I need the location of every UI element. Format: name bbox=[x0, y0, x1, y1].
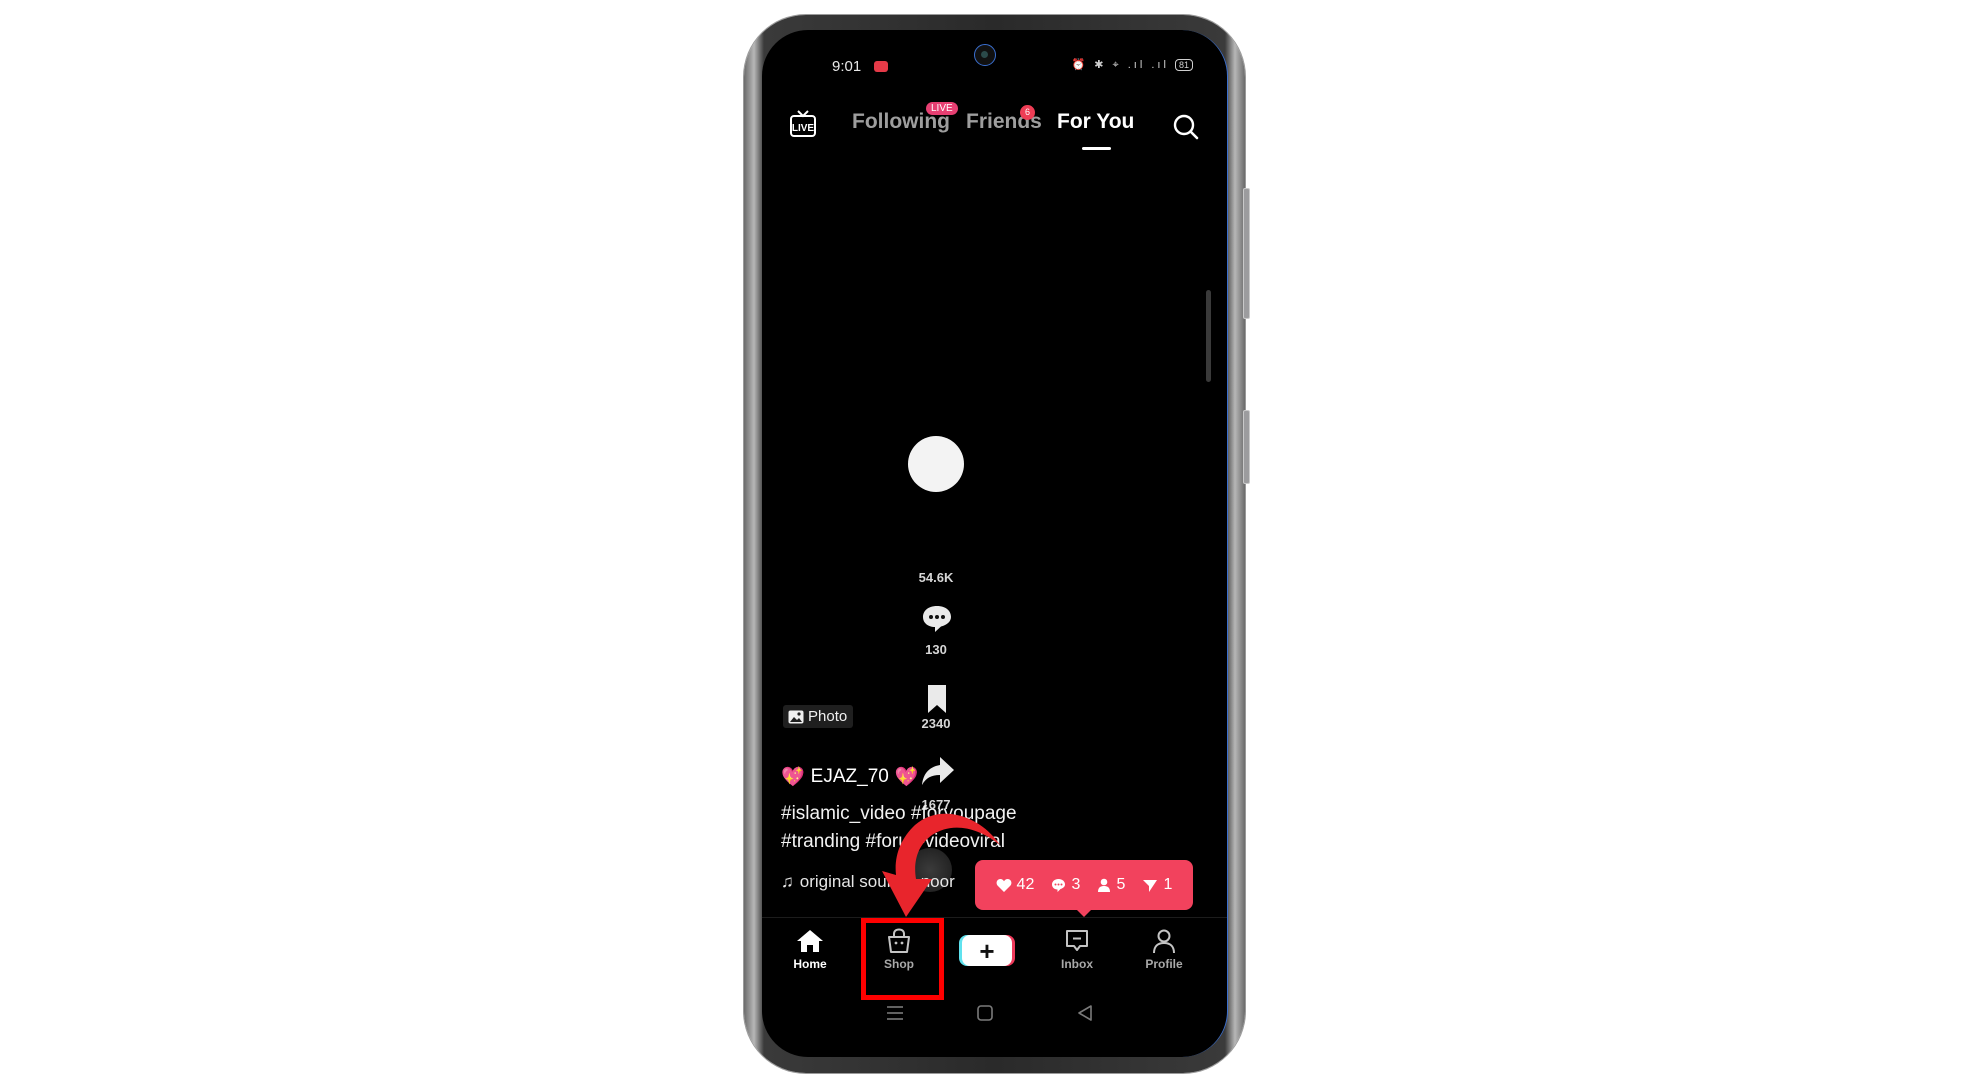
image-icon bbox=[788, 710, 804, 723]
bottom-nav: Home Shop + Inbox Profile bbox=[762, 917, 1227, 996]
screen-record-icon bbox=[874, 61, 888, 72]
status-icons: ⏰ ✱ ⌖ .ıl .ıl 81 bbox=[1071, 58, 1193, 72]
bookmark-count: 2340 bbox=[921, 716, 951, 731]
send-icon bbox=[1143, 879, 1158, 892]
bookmark-button[interactable] bbox=[920, 682, 954, 716]
search-button[interactable] bbox=[1172, 113, 1200, 146]
search-icon bbox=[1173, 114, 1199, 140]
popup-followers: 5 bbox=[1097, 876, 1125, 894]
creator-username[interactable]: 💖 EJAZ_70 💖 bbox=[781, 765, 919, 789]
create-button[interactable]: + bbox=[962, 935, 1012, 966]
svg-text:LIVE: LIVE bbox=[792, 123, 815, 134]
music-note-icon: ♫ bbox=[781, 872, 794, 891]
heart-emoji: 💖 bbox=[894, 767, 919, 788]
person-icon bbox=[1098, 878, 1111, 892]
tab-for-you[interactable]: For You bbox=[1057, 110, 1134, 134]
scrollbar[interactable] bbox=[1206, 290, 1211, 382]
share-icon bbox=[922, 757, 954, 785]
popup-mentions: 1 bbox=[1142, 876, 1172, 894]
like-count: 54.6K bbox=[918, 570, 954, 585]
menu-icon bbox=[887, 1006, 903, 1020]
comment-icon bbox=[923, 606, 951, 632]
profile-icon bbox=[1153, 929, 1175, 954]
friends-count-badge: 6 bbox=[1020, 105, 1035, 120]
live-badge: LIVE bbox=[926, 102, 958, 115]
square-icon bbox=[977, 1005, 993, 1021]
creator-avatar[interactable] bbox=[908, 436, 964, 492]
signal-icon: .ıl .ıl bbox=[1127, 59, 1169, 71]
media-type-label: Photo bbox=[808, 708, 848, 725]
status-time: 9:01 bbox=[832, 58, 862, 75]
power-button bbox=[1243, 410, 1250, 484]
inbox-icon bbox=[1066, 930, 1088, 951]
back-button[interactable] bbox=[1076, 1005, 1094, 1026]
photo-tag: Photo bbox=[783, 705, 854, 728]
popup-comments: 3 bbox=[1051, 876, 1080, 894]
heart-emoji: 💖 bbox=[781, 767, 805, 788]
shop-highlight-box bbox=[861, 918, 944, 1000]
live-button[interactable]: LIVE bbox=[789, 109, 817, 144]
comment-count: 130 bbox=[925, 642, 947, 657]
annotation-arrow-icon bbox=[882, 813, 1000, 917]
bookmark-icon bbox=[928, 685, 946, 713]
alarm-icon: ⏰ bbox=[1071, 59, 1089, 71]
battery-icon: 81 bbox=[1174, 59, 1193, 71]
comment-icon bbox=[1052, 878, 1066, 892]
share-button[interactable] bbox=[920, 754, 954, 788]
live-tv-icon: LIVE bbox=[790, 110, 816, 137]
active-tab-indicator bbox=[1082, 147, 1111, 150]
username-text: EJAZ_70 bbox=[810, 766, 889, 787]
location-icon: ⌖ bbox=[1112, 59, 1122, 71]
front-camera bbox=[974, 44, 996, 66]
nav-profile[interactable]: Profile bbox=[1129, 928, 1199, 971]
home-system-button[interactable] bbox=[976, 1005, 994, 1026]
nav-inbox[interactable]: Inbox bbox=[1042, 928, 1112, 971]
back-triangle-icon bbox=[1078, 1005, 1092, 1021]
home-icon bbox=[797, 930, 823, 952]
volume-button bbox=[1243, 188, 1250, 319]
nav-home[interactable]: Home bbox=[775, 928, 845, 971]
recents-button[interactable] bbox=[886, 1005, 904, 1026]
bluetooth-icon: ✱ bbox=[1094, 59, 1107, 71]
comment-button[interactable] bbox=[920, 602, 954, 636]
